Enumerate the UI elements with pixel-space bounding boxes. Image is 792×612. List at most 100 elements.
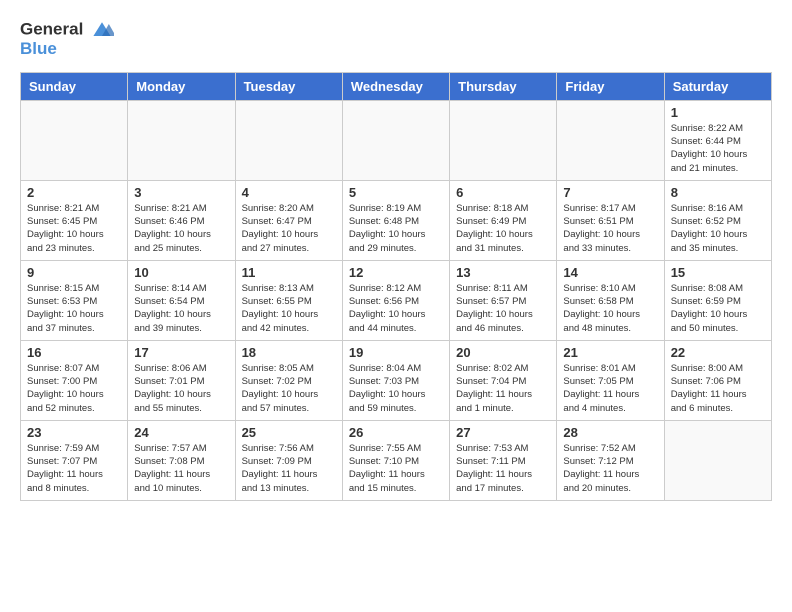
day-number: 9 <box>27 265 121 280</box>
day-info: Sunrise: 8:05 AM Sunset: 7:02 PM Dayligh… <box>242 362 336 415</box>
calendar-cell: 5 Sunrise: 8:19 AM Sunset: 6:48 PM Daylig… <box>342 180 449 260</box>
day-info: Sunrise: 7:57 AM Sunset: 7:08 PM Dayligh… <box>134 442 228 495</box>
weekday-header-tuesday: Tuesday <box>235 72 342 100</box>
day-info: Sunrise: 8:12 AM Sunset: 6:56 PM Dayligh… <box>349 282 443 335</box>
day-number: 21 <box>563 345 657 360</box>
day-number: 11 <box>242 265 336 280</box>
calendar-cell: 13 Sunrise: 8:11 AM Sunset: 6:57 PM Dayli… <box>450 260 557 340</box>
calendar-cell: 25 Sunrise: 7:56 AM Sunset: 7:09 PM Dayli… <box>235 420 342 500</box>
day-number: 28 <box>563 425 657 440</box>
day-info: Sunrise: 8:08 AM Sunset: 6:59 PM Dayligh… <box>671 282 765 335</box>
day-number: 27 <box>456 425 550 440</box>
calendar-cell: 23 Sunrise: 7:59 AM Sunset: 7:07 PM Dayli… <box>21 420 128 500</box>
calendar-cell: 1 Sunrise: 8:22 AM Sunset: 6:44 PM Daylig… <box>664 100 771 180</box>
calendar-cell: 18 Sunrise: 8:05 AM Sunset: 7:02 PM Dayli… <box>235 340 342 420</box>
calendar-cell: 8 Sunrise: 8:16 AM Sunset: 6:52 PM Daylig… <box>664 180 771 260</box>
calendar-cell: 10 Sunrise: 8:14 AM Sunset: 6:54 PM Dayli… <box>128 260 235 340</box>
day-number: 12 <box>349 265 443 280</box>
day-info: Sunrise: 7:52 AM Sunset: 7:12 PM Dayligh… <box>563 442 657 495</box>
day-info: Sunrise: 8:19 AM Sunset: 6:48 PM Dayligh… <box>349 202 443 255</box>
calendar-cell: 22 Sunrise: 8:00 AM Sunset: 7:06 PM Dayli… <box>664 340 771 420</box>
day-info: Sunrise: 8:18 AM Sunset: 6:49 PM Dayligh… <box>456 202 550 255</box>
calendar-cell: 26 Sunrise: 7:55 AM Sunset: 7:10 PM Dayli… <box>342 420 449 500</box>
day-info: Sunrise: 8:22 AM Sunset: 6:44 PM Dayligh… <box>671 122 765 175</box>
day-number: 19 <box>349 345 443 360</box>
calendar-cell: 3 Sunrise: 8:21 AM Sunset: 6:46 PM Daylig… <box>128 180 235 260</box>
day-info: Sunrise: 8:15 AM Sunset: 6:53 PM Dayligh… <box>27 282 121 335</box>
day-number: 23 <box>27 425 121 440</box>
day-number: 20 <box>456 345 550 360</box>
calendar-cell: 20 Sunrise: 8:02 AM Sunset: 7:04 PM Dayli… <box>450 340 557 420</box>
day-info: Sunrise: 8:11 AM Sunset: 6:57 PM Dayligh… <box>456 282 550 335</box>
calendar-cell: 15 Sunrise: 8:08 AM Sunset: 6:59 PM Dayli… <box>664 260 771 340</box>
day-info: Sunrise: 7:55 AM Sunset: 7:10 PM Dayligh… <box>349 442 443 495</box>
day-number: 24 <box>134 425 228 440</box>
day-info: Sunrise: 8:13 AM Sunset: 6:55 PM Dayligh… <box>242 282 336 335</box>
day-info: Sunrise: 7:53 AM Sunset: 7:11 PM Dayligh… <box>456 442 550 495</box>
day-info: Sunrise: 8:01 AM Sunset: 7:05 PM Dayligh… <box>563 362 657 415</box>
day-info: Sunrise: 8:10 AM Sunset: 6:58 PM Dayligh… <box>563 282 657 335</box>
calendar-table: SundayMondayTuesdayWednesdayThursdayFrid… <box>20 72 772 501</box>
weekday-header-wednesday: Wednesday <box>342 72 449 100</box>
day-info: Sunrise: 8:20 AM Sunset: 6:47 PM Dayligh… <box>242 202 336 255</box>
day-number: 3 <box>134 185 228 200</box>
day-number: 2 <box>27 185 121 200</box>
day-info: Sunrise: 8:17 AM Sunset: 6:51 PM Dayligh… <box>563 202 657 255</box>
day-number: 14 <box>563 265 657 280</box>
calendar-cell: 17 Sunrise: 8:06 AM Sunset: 7:01 PM Dayli… <box>128 340 235 420</box>
day-number: 22 <box>671 345 765 360</box>
day-number: 5 <box>349 185 443 200</box>
day-info: Sunrise: 8:04 AM Sunset: 7:03 PM Dayligh… <box>349 362 443 415</box>
calendar-cell: 12 Sunrise: 8:12 AM Sunset: 6:56 PM Dayli… <box>342 260 449 340</box>
weekday-header-sunday: Sunday <box>21 72 128 100</box>
day-number: 16 <box>27 345 121 360</box>
day-number: 18 <box>242 345 336 360</box>
day-number: 1 <box>671 105 765 120</box>
calendar-cell: 28 Sunrise: 7:52 AM Sunset: 7:12 PM Dayli… <box>557 420 664 500</box>
day-number: 4 <box>242 185 336 200</box>
day-number: 10 <box>134 265 228 280</box>
day-number: 26 <box>349 425 443 440</box>
day-info: Sunrise: 8:06 AM Sunset: 7:01 PM Dayligh… <box>134 362 228 415</box>
calendar-cell: 7 Sunrise: 8:17 AM Sunset: 6:51 PM Daylig… <box>557 180 664 260</box>
weekday-header-saturday: Saturday <box>664 72 771 100</box>
calendar-cell: 6 Sunrise: 8:18 AM Sunset: 6:49 PM Daylig… <box>450 180 557 260</box>
day-number: 8 <box>671 185 765 200</box>
weekday-header-friday: Friday <box>557 72 664 100</box>
calendar-cell <box>21 100 128 180</box>
day-number: 7 <box>563 185 657 200</box>
calendar-cell <box>664 420 771 500</box>
day-number: 17 <box>134 345 228 360</box>
day-info: Sunrise: 8:21 AM Sunset: 6:45 PM Dayligh… <box>27 202 121 255</box>
weekday-header-monday: Monday <box>128 72 235 100</box>
day-info: Sunrise: 7:59 AM Sunset: 7:07 PM Dayligh… <box>27 442 121 495</box>
logo: General Blue <box>20 20 114 59</box>
calendar-cell: 14 Sunrise: 8:10 AM Sunset: 6:58 PM Dayli… <box>557 260 664 340</box>
day-info: Sunrise: 8:02 AM Sunset: 7:04 PM Dayligh… <box>456 362 550 415</box>
day-number: 6 <box>456 185 550 200</box>
day-info: Sunrise: 8:07 AM Sunset: 7:00 PM Dayligh… <box>27 362 121 415</box>
calendar-cell: 11 Sunrise: 8:13 AM Sunset: 6:55 PM Dayli… <box>235 260 342 340</box>
calendar-cell: 16 Sunrise: 8:07 AM Sunset: 7:00 PM Dayli… <box>21 340 128 420</box>
calendar-cell <box>450 100 557 180</box>
calendar-cell: 19 Sunrise: 8:04 AM Sunset: 7:03 PM Dayli… <box>342 340 449 420</box>
day-info: Sunrise: 8:14 AM Sunset: 6:54 PM Dayligh… <box>134 282 228 335</box>
day-info: Sunrise: 8:00 AM Sunset: 7:06 PM Dayligh… <box>671 362 765 415</box>
calendar-cell <box>235 100 342 180</box>
calendar-cell: 21 Sunrise: 8:01 AM Sunset: 7:05 PM Dayli… <box>557 340 664 420</box>
calendar-cell <box>342 100 449 180</box>
day-info: Sunrise: 7:56 AM Sunset: 7:09 PM Dayligh… <box>242 442 336 495</box>
day-info: Sunrise: 8:21 AM Sunset: 6:46 PM Dayligh… <box>134 202 228 255</box>
day-number: 25 <box>242 425 336 440</box>
calendar-cell: 24 Sunrise: 7:57 AM Sunset: 7:08 PM Dayli… <box>128 420 235 500</box>
weekday-header-thursday: Thursday <box>450 72 557 100</box>
calendar-cell <box>128 100 235 180</box>
calendar-cell <box>557 100 664 180</box>
day-number: 13 <box>456 265 550 280</box>
calendar-cell: 4 Sunrise: 8:20 AM Sunset: 6:47 PM Daylig… <box>235 180 342 260</box>
day-number: 15 <box>671 265 765 280</box>
calendar-cell: 27 Sunrise: 7:53 AM Sunset: 7:11 PM Dayli… <box>450 420 557 500</box>
calendar-cell: 9 Sunrise: 8:15 AM Sunset: 6:53 PM Daylig… <box>21 260 128 340</box>
calendar-cell: 2 Sunrise: 8:21 AM Sunset: 6:45 PM Daylig… <box>21 180 128 260</box>
day-info: Sunrise: 8:16 AM Sunset: 6:52 PM Dayligh… <box>671 202 765 255</box>
